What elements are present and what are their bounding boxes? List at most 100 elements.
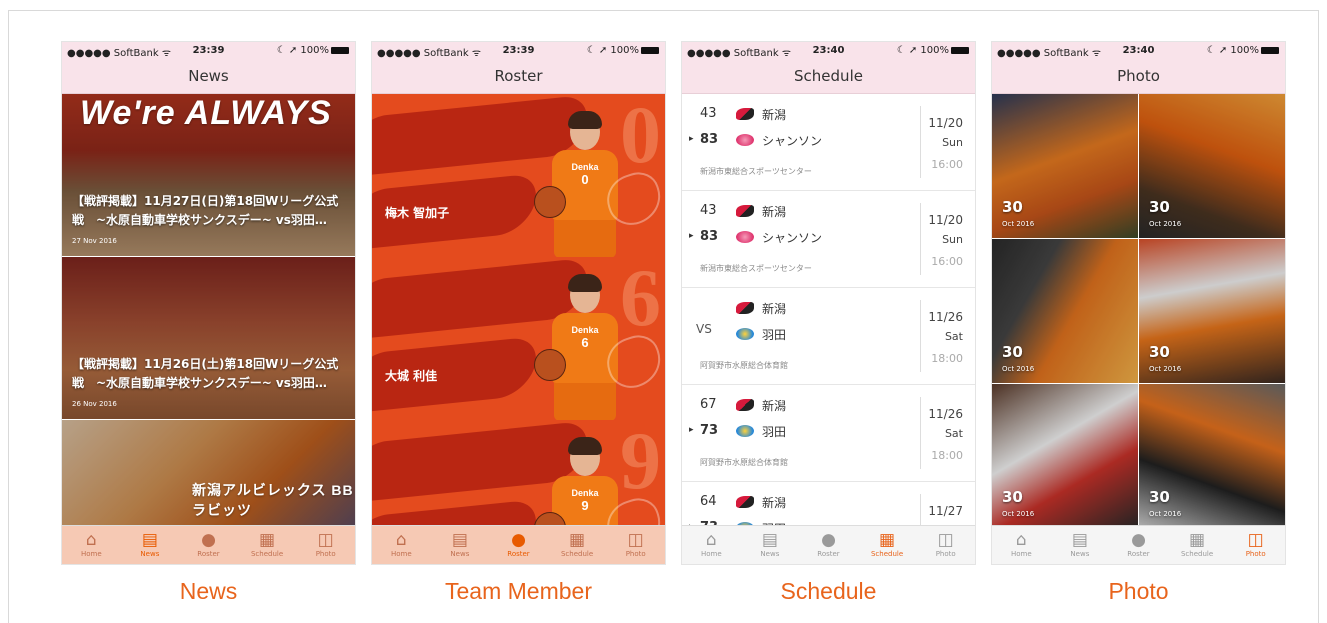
venue-name: 阿賀野市水原総合体育館 <box>700 458 788 467</box>
battery-icon <box>951 46 969 54</box>
row-divider <box>920 203 921 275</box>
photo-album-cell[interactable]: 30 Oct 2016 <box>1139 94 1285 238</box>
screen-content: 30 Oct 2016 30 Oct 2016 30 Oct 2016 30 Oct 2016… <box>992 94 1285 528</box>
tab-schedule[interactable]: ▦ Schedule <box>238 526 297 564</box>
battery-percent: ☾ ➚ 100% <box>276 45 329 56</box>
photo-overlay <box>1139 239 1285 383</box>
roster-list-item[interactable]: 0 Denka 0 梅木 智加子 <box>372 94 665 257</box>
team-logo-icon <box>736 496 754 508</box>
schedule-match-row[interactable]: 67 73 新潟羽田阿賀野市水原総合体育館 11/26 Sat 18:00 <box>682 385 975 482</box>
phone-screen-roster: ●●●●● SoftBank ᯤ 23:39 ☾ ➚ 100% Roster 0 Denk… <box>371 41 666 565</box>
news-title: 【戦評掲載】11月26日(土)第18回Wリーグ公式戦 ~水原自動車学校サンクスデ… <box>72 357 339 390</box>
tab-roster[interactable]: ● Roster <box>179 526 238 564</box>
tab-label: News <box>450 550 470 558</box>
album-month: Oct 2016 <box>1149 510 1182 518</box>
news-image-banner: 新潟アルビレックス BBラビッツ <box>192 482 354 518</box>
tab-roster[interactable]: ● Roster <box>799 526 858 564</box>
tab-label: Roster <box>1127 550 1150 558</box>
tab-schedule[interactable]: ▦ Schedule <box>548 526 607 564</box>
tab-label: News <box>760 550 780 558</box>
tab-label: News <box>1070 550 1090 558</box>
news-icon: ▤ <box>141 530 158 550</box>
home-icon: ⌂ <box>85 530 97 550</box>
tab-news[interactable]: ▤ News <box>431 526 490 564</box>
status-right: ☾ ➚ 100% <box>897 45 969 56</box>
photo-album-cell[interactable]: 30 Oct 2016 <box>1139 239 1285 383</box>
battery-icon <box>331 46 349 54</box>
tab-home[interactable]: ⌂ Home <box>372 526 431 564</box>
schedule-match-row[interactable]: 43 83 新潟シャンソン新潟市東総合スポーツセンター 11/20 Sun 16:00 <box>682 191 975 288</box>
tab-label: Home <box>700 550 722 558</box>
tab-photo[interactable]: ◫ Photo <box>606 526 665 564</box>
photo-album-cell[interactable]: 30 Oct 2016 <box>992 94 1138 238</box>
news-icon: ▤ <box>1071 530 1088 550</box>
match-weekday: Sun <box>942 136 963 149</box>
tab-news[interactable]: ▤ News <box>1051 526 1110 564</box>
match-date: 11/27 <box>928 504 963 518</box>
tab-news[interactable]: ▤ News <box>741 526 800 564</box>
roster-list-item[interactable]: 6 Denka 6 大城 利佳 <box>372 257 665 420</box>
home-team-name: 新潟 <box>762 496 787 510</box>
camera-icon: ◫ <box>937 530 954 550</box>
player-name: 大城 利佳 <box>385 369 438 383</box>
player-hair <box>568 274 602 292</box>
photo-album-cell[interactable]: 30 Oct 2016 <box>1139 384 1285 528</box>
tab-home[interactable]: ⌂ Home <box>682 526 741 564</box>
tab-home[interactable]: ⌂ Home <box>992 526 1051 564</box>
tab-roster[interactable]: ● Roster <box>489 526 548 564</box>
calendar-icon: ▦ <box>259 530 276 550</box>
photo-overlay <box>992 94 1138 238</box>
jersey-number: 0 <box>581 172 589 187</box>
tab-schedule[interactable]: ▦ Schedule <box>1168 526 1227 564</box>
match-date: 11/26 <box>928 310 963 324</box>
nav-title: Roster <box>372 60 665 94</box>
player-hair <box>568 111 602 129</box>
match-weekday: Sun <box>942 233 963 246</box>
tab-home[interactable]: ⌂ Home <box>62 526 121 564</box>
tab-label: Home <box>1010 550 1032 558</box>
news-list-item[interactable]: 【戦評掲載】11月26日(土)第18回Wリーグ公式戦 ~水原自動車学校サンクスデ… <box>62 257 355 419</box>
album-day: 30 <box>1149 343 1170 361</box>
row-divider <box>920 494 921 528</box>
news-list-item[interactable]: 新潟アルビレックス BBラビッツ【追加イベント情報】~水原自動車学校 サンク <box>62 420 355 528</box>
tab-news[interactable]: ▤ News <box>121 526 180 564</box>
tab-photo[interactable]: ◫ Photo <box>296 526 355 564</box>
calendar-icon: ▦ <box>1189 530 1206 550</box>
vs-label: VS <box>696 322 712 336</box>
news-image-banner: We're ALWAYS <box>80 94 332 132</box>
screen-caption: Photo <box>1108 578 1169 604</box>
tab-label: News <box>140 550 160 558</box>
tab-label: Schedule <box>1180 550 1214 558</box>
battery-percent: ☾ ➚ 100% <box>586 45 639 56</box>
tab-bar: ⌂ Home ▤ News ● Roster ▦ Schedule ◫ Photo <box>682 525 975 564</box>
match-time: 16:00 <box>931 255 963 268</box>
roster-list-item[interactable]: 9 Denka 9 <box>372 420 665 528</box>
album-day: 30 <box>1149 488 1170 506</box>
photo-grid: 30 Oct 2016 30 Oct 2016 30 Oct 2016 30 Oct 2016… <box>992 94 1285 528</box>
screen-content: 4383新潟シャンソン新潟市東総合スポーツセンター11/20Sun16:0043… <box>682 94 975 528</box>
team-logo-icon <box>736 328 754 340</box>
schedule-match-row[interactable]: 43 83 新潟シャンソン新潟市東総合スポーツセンター 11/20 Sun 16:00 <box>682 94 975 191</box>
home-team-name: 新潟 <box>762 399 787 413</box>
schedule-match-row[interactable]: VS 新潟 羽田 阿賀野市水原総合体育館 11/26 Sat 18:00 <box>682 288 975 385</box>
tab-roster[interactable]: ● Roster <box>1109 526 1168 564</box>
home-score: 43 <box>700 106 717 121</box>
schedule-match-row[interactable]: 6473新潟羽田11/27Sun <box>682 482 975 528</box>
photo-album-cell[interactable]: 30 Oct 2016 <box>992 239 1138 383</box>
photo-album-cell[interactable]: 30 Oct 2016 <box>992 384 1138 528</box>
tab-photo[interactable]: ◫ Photo <box>1226 526 1285 564</box>
album-day: 30 <box>1149 198 1170 216</box>
news-list-item[interactable]: We're ALWAYS 【戦評掲載】11月27日(日)第18回Wリーグ公式戦 ~… <box>62 94 355 256</box>
tab-schedule[interactable]: ▦ Schedule <box>858 526 917 564</box>
jersey-brand: Denka <box>571 162 599 172</box>
camera-icon: ◫ <box>627 530 644 550</box>
tab-label: Roster <box>507 550 530 558</box>
match-weekday: Sat <box>944 330 963 343</box>
row-divider <box>920 397 921 469</box>
tab-photo[interactable]: ◫ Photo <box>916 526 975 564</box>
away-score: 83 <box>689 229 718 244</box>
away-team-name: 羽田 <box>762 328 787 342</box>
phone-screen-schedule: ●●●●● SoftBank ᯤ23:40☾ ➚ 100%Schedule438… <box>681 41 976 565</box>
status-bar: ●●●●● SoftBank ᯤ 23:40 ☾ ➚ 100% <box>992 42 1285 60</box>
match-time: 16:00 <box>931 158 963 171</box>
